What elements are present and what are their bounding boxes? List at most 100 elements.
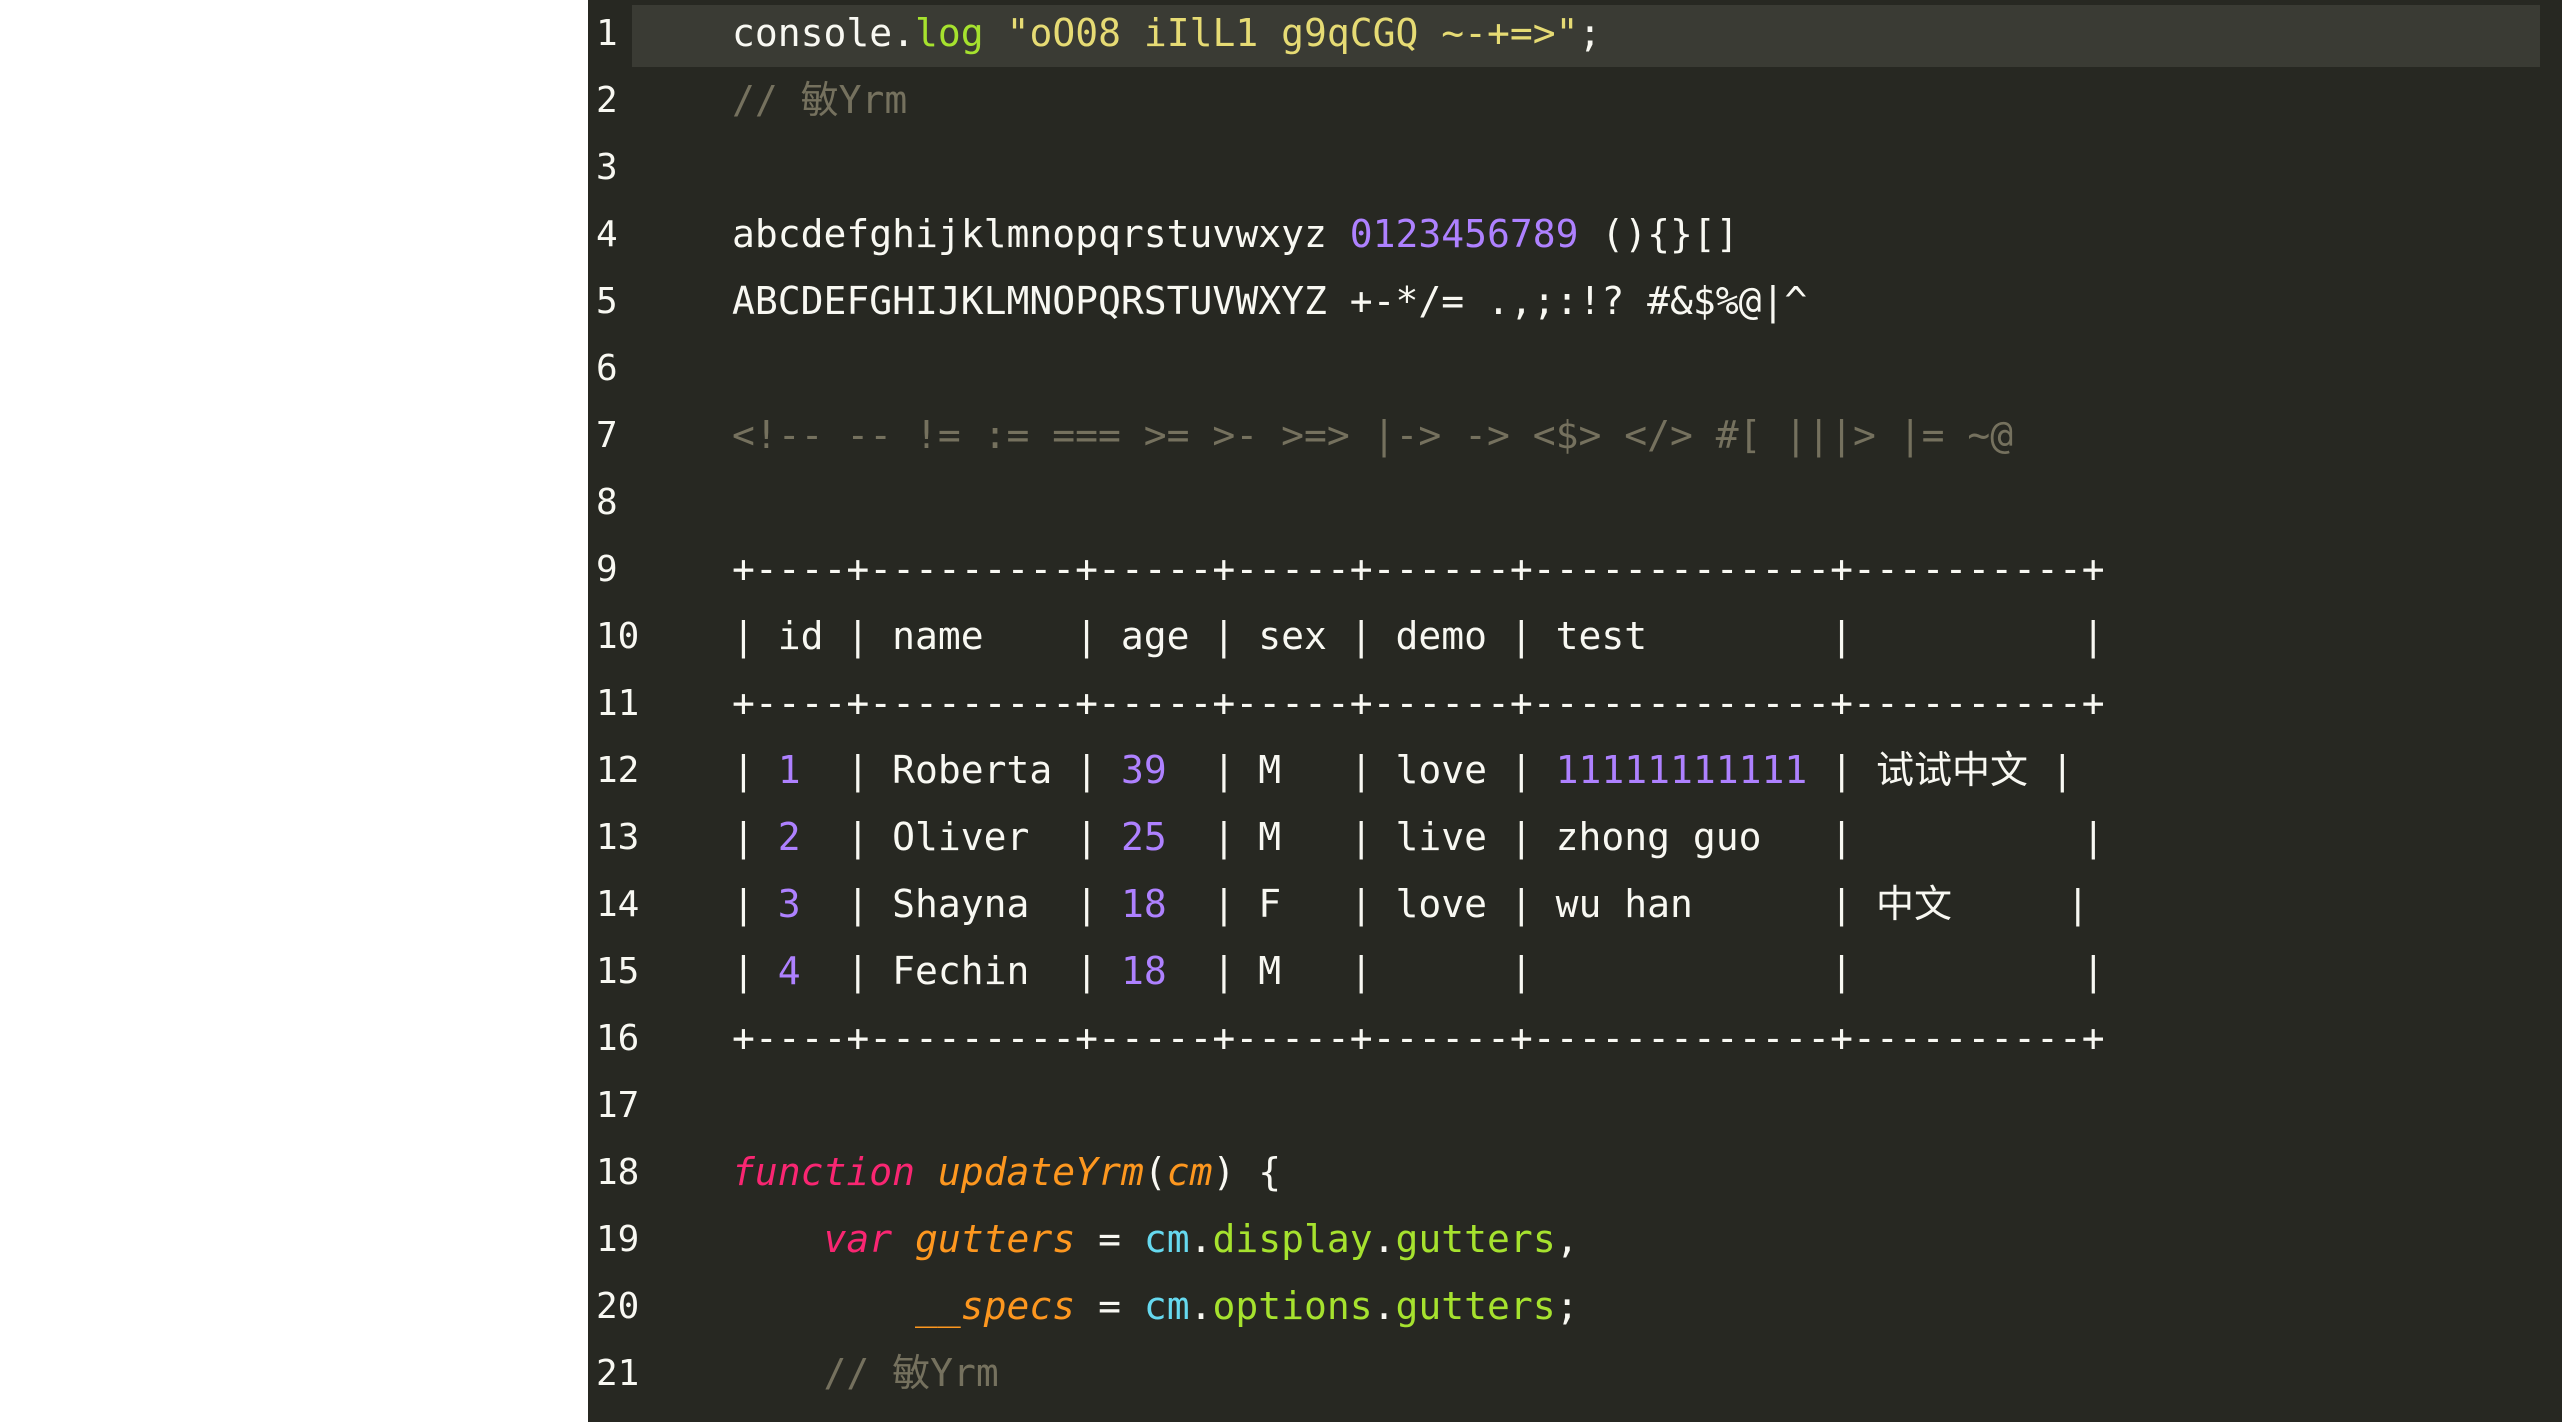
code-token-default: +----+---------+-----+-----+------+-----… [732,681,2105,725]
code-line[interactable]: 6 [588,335,2562,402]
code-line[interactable]: 2 // 敏Yrm [588,67,2562,134]
code-line[interactable]: 12 | 1 | Roberta | 39 | M | love | 111111… [588,737,2562,804]
code-token-default: ( [1143,1150,1167,1194]
line-number: 7 [596,415,618,456]
code-token-default: | [2027,748,2074,792]
code-token-default: | id | name | age | sex | demo | test | … [732,614,2105,658]
code-text: +----+---------+-----+-----+------+-----… [732,536,2105,603]
code-line[interactable]: 15 | 4 | Fechin | 18 | M | | | | [588,938,2562,1005]
code-token-number: 2 [777,815,801,859]
code-token-prop: options [1212,1284,1373,1328]
code-token-number: 18 [1120,882,1167,926]
code-line[interactable]: 17 [588,1072,2562,1139]
code-token-comment: // [732,78,801,122]
code-token-cjk: 中文 [1875,882,1952,926]
code-line[interactable]: 11 +----+---------+-----+-----+------+---… [588,670,2562,737]
code-text: <!-- -- != := === >= >- >=> |-> -> <$> <… [732,402,2013,469]
line-number: 15 [596,951,640,992]
code-token-default: | Roberta | [800,748,1121,792]
code-line[interactable]: 10 | id | name | age | sex | demo | test … [588,603,2562,670]
code-token-keyword: var [823,1217,893,1261]
code-token-default: | M | | | | [1166,949,2105,993]
code-text: +----+---------+-----+-----+------+-----… [732,670,2105,737]
code-token-default: abcdefghijklmnopqrstuvwxyz [732,212,1350,256]
code-editor[interactable]: 1 console.log "oO08 iIlL1 g9qCGQ ~-+=>"; 2… [588,0,2562,1422]
code-token-keyword: function [732,1150,916,1194]
line-number: 13 [596,817,640,858]
code-token-default [892,1217,915,1261]
code-token-comment: // [823,1351,893,1395]
code-token-default: ABCDEFGHIJKLMNOPQRSTUVWXYZ +-*/= .,;:!? … [732,279,1808,323]
line-number: 6 [596,348,618,389]
code-line[interactable]: 1 console.log "oO08 iIlL1 g9qCGQ ~-+=>"; [588,0,2562,67]
code-token-default: . [1189,1217,1213,1261]
code-line[interactable]: 13 | 2 | Oliver | 25 | M | live | zhong g… [588,804,2562,871]
code-line[interactable]: 4 abcdefghijklmnopqrstuvwxyz 0123456789 (… [588,201,2562,268]
code-line[interactable]: 20 __specs = cm.options.gutters; [588,1273,2562,1340]
line-number: 11 [596,683,640,724]
code-token-string: "oO08 iIlL1 g9qCGQ ~-+=>" [1006,11,1579,55]
code-line[interactable]: 5 ABCDEFGHIJKLMNOPQRSTUVWXYZ +-*/= .,;:!?… [588,268,2562,335]
code-line[interactable]: 14 | 3 | Shayna | 18 | F | love | wu han … [588,871,2562,938]
code-token-default: | [732,748,778,792]
code-token-default: . [1189,1284,1213,1328]
code-token-comment: 敏Yrm [892,1351,999,1395]
line-number: 4 [596,214,618,255]
code-text: +----+---------+-----+-----+------+-----… [732,1005,2105,1072]
code-token-default: ; [1555,1284,1579,1328]
code-token-default: | [732,882,778,926]
line-number: 10 [596,616,640,657]
code-line[interactable]: 7 <!-- -- != := === >= >- >=> |-> -> <$> … [588,402,2562,469]
code-token-builtin: cm [1143,1217,1190,1261]
code-text: // 敏Yrm [732,1340,999,1407]
code-token-number: 0123456789 [1349,212,1579,256]
code-token-default [732,1217,824,1261]
code-text: | 4 | Fechin | 18 | M | | | | [732,938,2105,1005]
code-token-prop: display [1212,1217,1373,1261]
line-number: 1 [596,13,618,54]
code-token-default: | M | live | zhong guo | | [1166,815,2105,859]
code-text: ABCDEFGHIJKLMNOPQRSTUVWXYZ +-*/= .,;:!? … [732,268,1807,335]
code-text: | 2 | Oliver | 25 | M | live | zhong guo… [732,804,2105,871]
code-token-number: 11111111111 [1555,748,1808,792]
code-token-default [732,1351,824,1395]
code-token-default: ; [1578,11,1602,55]
line-number: 3 [596,147,618,188]
line-number: 2 [596,80,618,121]
code-token-var: gutters [915,1217,1076,1261]
code-token-default: | [1807,748,1876,792]
code-text: var gutters = cm.display.gutters, [732,1206,1579,1273]
code-token-var: cm [1166,1150,1213,1194]
code-line[interactable]: 18 function updateYrm(cm) { [588,1139,2562,1206]
code-token-default: | [732,949,778,993]
code-token-default [732,1284,915,1328]
line-number: 9 [596,549,618,590]
code-line[interactable]: 21 // 敏Yrm [588,1340,2562,1407]
code-token-def: updateYrm [937,1150,1144,1194]
line-number: 18 [596,1152,640,1193]
line-number: 14 [596,884,640,925]
line-number: 20 [596,1286,640,1327]
code-token-default: | M | love | [1166,748,1556,792]
code-token-default: +----+---------+-----+-----+------+-----… [732,547,2105,591]
line-number: 17 [596,1085,640,1126]
code-line[interactable]: 19 var gutters = cm.display.gutters, [588,1206,2562,1273]
code-text: // 敏Yrm [732,67,907,134]
code-token-cjk: 试试中文 [1875,748,2028,792]
code-token-builtin: cm [1143,1284,1190,1328]
code-token-number: 39 [1120,748,1167,792]
code-text: | 3 | Shayna | 18 | F | love | wu han | … [732,871,2089,938]
code-token-default: ) { [1212,1150,1282,1194]
code-token-number: 18 [1120,949,1167,993]
code-line[interactable]: 3 [588,134,2562,201]
code-line[interactable]: 8 [588,469,2562,536]
code-token-default: | [1951,882,2090,926]
code-token-var: __specs [915,1284,1076,1328]
code-token-default: | Fechin | [800,949,1121,993]
code-token-number: 1 [777,748,801,792]
code-line[interactable]: 16 +----+---------+-----+-----+------+---… [588,1005,2562,1072]
code-text: console.log "oO08 iIlL1 g9qCGQ ~-+=>"; [732,0,1601,67]
code-line[interactable]: 9 +----+---------+-----+-----+------+----… [588,536,2562,603]
line-number: 21 [596,1353,640,1394]
code-token-default: = [1075,1284,1144,1328]
